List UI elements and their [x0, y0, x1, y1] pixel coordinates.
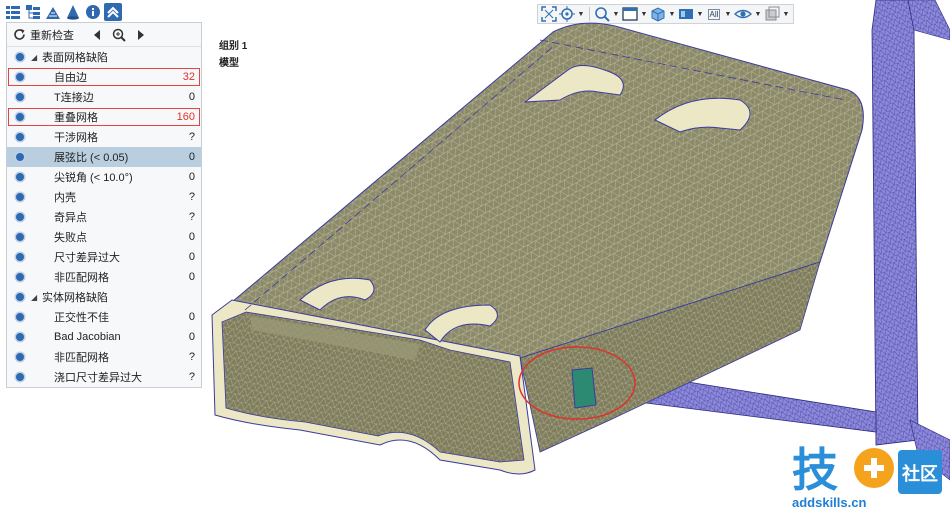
next-icon[interactable] [136, 29, 146, 41]
visibility-dot-icon[interactable] [16, 193, 24, 201]
visibility-dot-icon[interactable] [16, 333, 24, 341]
diagnostic-row[interactable]: 内壳? [7, 187, 201, 207]
info-icon[interactable] [84, 3, 102, 21]
diagnostic-count: 0 [188, 271, 195, 283]
diagnostic-row[interactable]: 干涉网格? [7, 127, 201, 147]
visibility-dot-icon[interactable] [16, 113, 24, 121]
recheck-label: 重新检查 [30, 29, 74, 42]
visibility-dot-icon[interactable] [16, 233, 24, 241]
visibility-dot-icon[interactable] [16, 313, 24, 321]
diagnostic-row[interactable]: 正交性不佳 0 [7, 307, 201, 327]
diagnostic-label: 奇异点 [54, 212, 87, 224]
diagnostic-label: 展弦比 (< 0.05) [54, 152, 129, 164]
diagnostic-label: Bad Jacobian [54, 331, 121, 343]
category-label: 表面网格缺陷 [42, 52, 108, 64]
diagnostic-row[interactable]: 尺寸差异过大 0 [7, 247, 201, 267]
diagnostic-count: 0 [188, 311, 195, 323]
visibility-dot-icon[interactable] [16, 253, 24, 261]
diagnostic-row[interactable]: 尖锐角 (< 10.0°) 0 [7, 167, 201, 187]
diagnostic-label: 非匹配网格 [54, 352, 109, 364]
visibility-dot-icon[interactable] [16, 293, 24, 301]
diagnostic-count: ? [188, 371, 195, 383]
mesh-diagnostics-panel: 重新检查 ◢ 表面网格缺陷 自由边 32 T连接边 0 重叠网格 160 干涉网格? 展弦比 (<… [6, 22, 202, 388]
watermark-badge: 社区 [902, 463, 938, 485]
diagnostic-count: 0 [188, 331, 195, 343]
diagnostic-label: 正交性不佳 [54, 312, 109, 324]
diagnostic-label: 失败点 [54, 232, 87, 244]
top-left-toolbar [4, 3, 122, 23]
category-row[interactable]: ◢ 表面网格缺陷 [7, 47, 201, 67]
diagnostic-label: 干涉网格 [54, 132, 98, 144]
expand-triangle-icon[interactable]: ◢ [31, 293, 37, 302]
visibility-dot-icon[interactable] [16, 373, 24, 381]
diagnostic-count: 0 [188, 231, 195, 243]
previous-icon[interactable] [92, 29, 102, 41]
tree-icon[interactable] [24, 3, 42, 21]
diagnostic-label: T连接边 [54, 92, 94, 104]
cone-icon[interactable] [64, 3, 82, 21]
diagnostic-label: 尖锐角 (< 10.0°) [54, 172, 133, 184]
diagnostic-row[interactable]: 重叠网格 160 [7, 107, 201, 127]
diagnostic-row[interactable]: T连接边 0 [7, 87, 201, 107]
diagnostic-row[interactable]: 浇口尺寸差异过大? [7, 367, 201, 387]
diagnostic-count: 160 [176, 111, 195, 123]
visibility-dot-icon[interactable] [16, 53, 24, 61]
visibility-dot-icon[interactable] [16, 93, 24, 101]
diagnostic-count: ? [188, 191, 195, 203]
diagnostic-label: 自由边 [54, 72, 87, 84]
visibility-dot-icon[interactable] [16, 73, 24, 81]
visibility-dot-icon[interactable] [16, 173, 24, 181]
visibility-dot-icon[interactable] [16, 133, 24, 141]
visibility-dot-icon[interactable] [16, 273, 24, 281]
diagnostic-label: 内壳 [54, 192, 76, 204]
visibility-dot-icon[interactable] [16, 153, 24, 161]
runner-vertical [871, 0, 950, 481]
category-label: 实体网格缺陷 [42, 292, 108, 304]
diagnostic-row[interactable]: 非匹配网格? [7, 347, 201, 367]
diagnostic-row[interactable]: Bad Jacobian 0 [7, 327, 201, 347]
zoom-to-icon[interactable] [112, 28, 126, 42]
diagnostic-label: 尺寸差异过大 [54, 252, 120, 264]
panel-toolbar: 重新检查 [7, 23, 201, 47]
3d-viewport[interactable] [200, 0, 950, 516]
visibility-dot-icon[interactable] [16, 213, 24, 221]
diagnostic-count: 0 [188, 91, 195, 103]
visibility-dot-icon[interactable] [16, 353, 24, 361]
diagnostic-count: ? [188, 351, 195, 363]
mesh-icon[interactable] [44, 3, 62, 21]
diagnostic-count: ? [188, 131, 195, 143]
watermark-brand: 技 [792, 443, 838, 497]
watermark-url: addskills.cn [792, 495, 867, 510]
diagnostics-list: ◢ 表面网格缺陷 自由边 32 T连接边 0 重叠网格 160 干涉网格? 展弦比 (< 0.05… [7, 47, 201, 387]
diagnostic-row[interactable]: 展弦比 (< 0.05) 0 [7, 147, 201, 167]
recheck-button[interactable]: 重新检查 [13, 27, 74, 43]
diagnostic-row[interactable]: 自由边 32 [7, 67, 201, 87]
diagnostic-label: 非匹配网格 [54, 272, 109, 284]
diagnostic-row[interactable]: 非匹配网格 0 [7, 267, 201, 287]
diagnostic-count: 0 [188, 171, 195, 183]
diagnostic-count: 32 [182, 71, 195, 83]
diagnostic-row[interactable]: 奇异点? [7, 207, 201, 227]
diagnostic-label: 浇口尺寸差异过大 [54, 372, 142, 384]
refresh-icon [14, 29, 25, 40]
diagnostic-count: ? [188, 211, 195, 223]
diagnostic-count: 0 [188, 151, 195, 163]
diagnostic-label: 重叠网格 [54, 112, 98, 124]
category-row[interactable]: ◢ 实体网格缺陷 [7, 287, 201, 307]
collapse-icon[interactable] [104, 3, 122, 21]
list-icon[interactable] [4, 3, 22, 21]
expand-triangle-icon[interactable]: ◢ [31, 53, 37, 62]
diagnostic-row[interactable]: 失败点 0 [7, 227, 201, 247]
diagnostic-count: 0 [188, 251, 195, 263]
